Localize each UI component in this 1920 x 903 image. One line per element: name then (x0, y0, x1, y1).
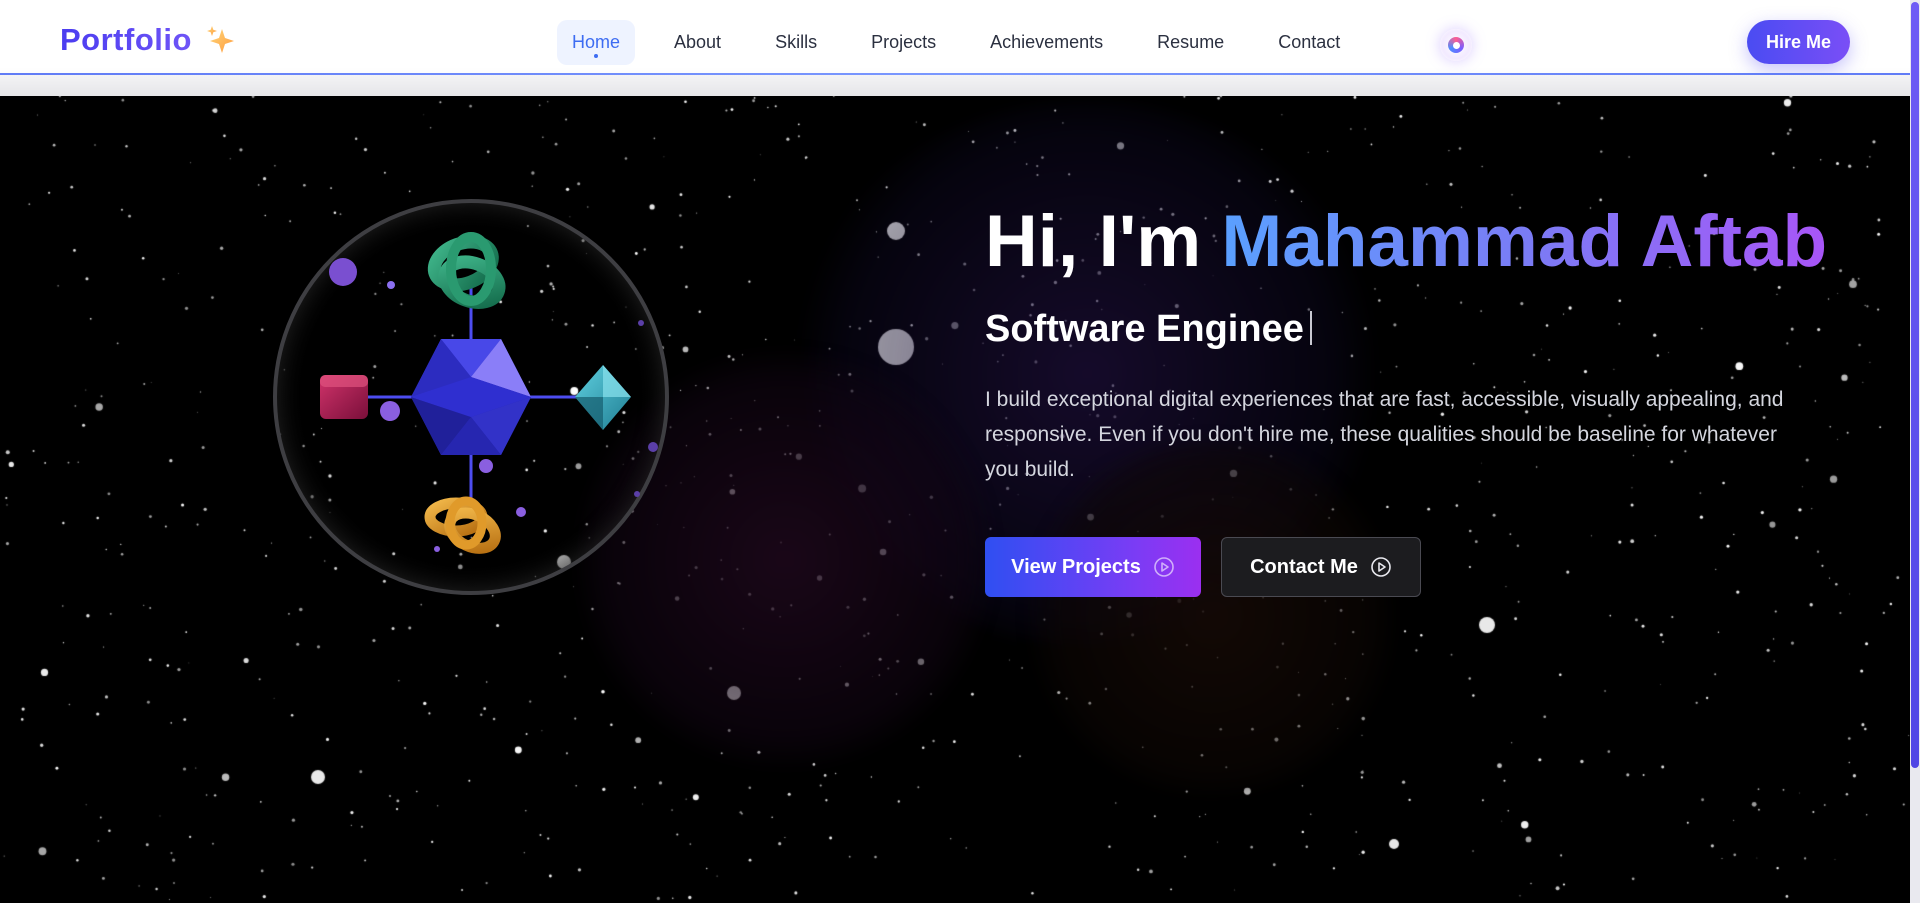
play-circle-icon (1371, 557, 1391, 577)
hero-headline: Hi, I'm Mahammad Aftab (985, 200, 1827, 283)
hero-role-text: Software Enginee (985, 308, 1304, 350)
hero-greeting: Hi, I'm (985, 201, 1202, 282)
contact-me-button[interactable]: Contact Me (1221, 537, 1421, 597)
navbar: Portfolio Home About Skills Projects Ach… (0, 0, 1910, 96)
contact-me-label: Contact Me (1250, 555, 1358, 578)
nav-link-resume[interactable]: Resume (1142, 20, 1239, 65)
brand-logo[interactable]: Portfolio (60, 22, 236, 58)
scrollbar-thumb[interactable] (1911, 2, 1919, 768)
theme-toggle-icon[interactable] (1440, 29, 1472, 61)
hero-description: I build exceptional digital experiences … (985, 388, 1784, 481)
play-circle-icon (1154, 557, 1174, 577)
view-projects-button[interactable]: View Projects (985, 537, 1201, 597)
hero-name: Mahammad Aftab (1221, 201, 1828, 282)
hero-section: Hi, I'm Mahammad Aftab Software Enginee … (0, 96, 1910, 903)
hero-role: Software Enginee (985, 308, 1312, 351)
nav-links: Home About Skills Projects Achievements … (557, 20, 1379, 65)
navbar-bottom-strip (0, 75, 1910, 96)
nav-link-skills[interactable]: Skills (760, 20, 832, 65)
hire-me-button[interactable]: Hire Me (1747, 20, 1850, 64)
nav-link-about[interactable]: About (659, 20, 736, 65)
nav-link-contact[interactable]: Contact (1263, 20, 1355, 65)
nav-link-home[interactable]: Home (557, 20, 636, 65)
orange-glow-blob (1023, 436, 1401, 796)
sparkles-icon (206, 26, 234, 53)
3d-shapes-illustration (273, 199, 669, 595)
nav-link-achievements[interactable]: Achievements (975, 20, 1118, 65)
typing-cursor (1309, 311, 1312, 345)
view-projects-label: View Projects (1011, 555, 1141, 578)
nav-link-projects[interactable]: Projects (856, 20, 951, 65)
brand-text[interactable]: Portfolio (60, 22, 192, 58)
theme-toggle-dot (1448, 37, 1464, 53)
